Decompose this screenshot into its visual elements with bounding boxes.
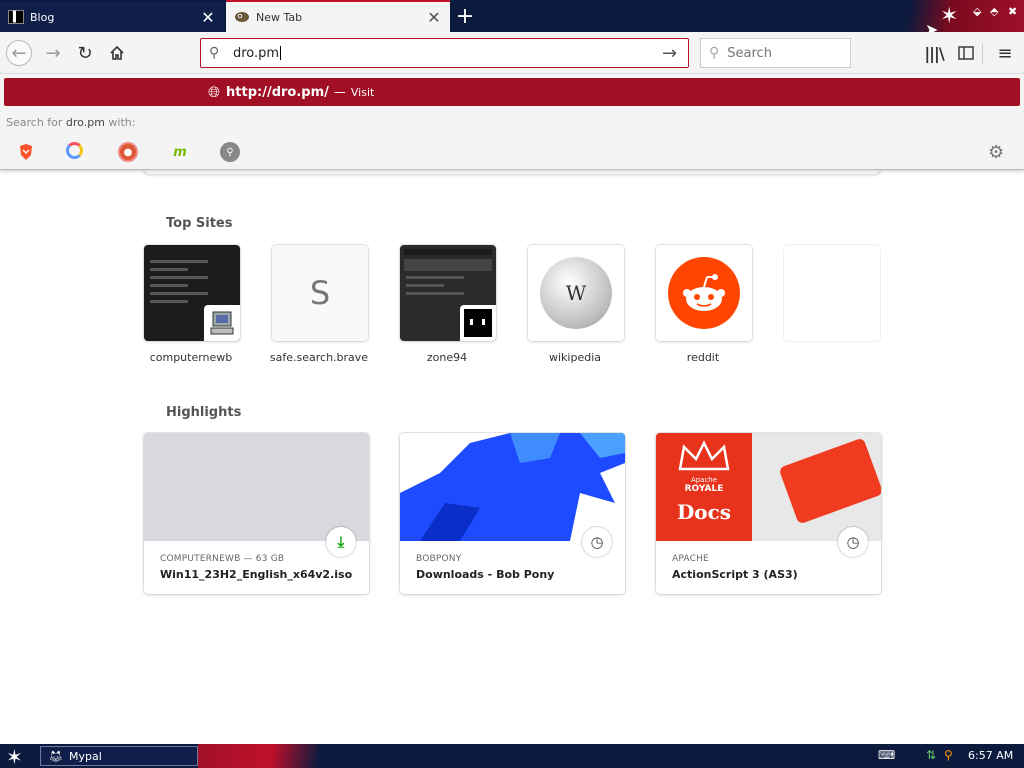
terminal-icon: ▌ [8, 10, 24, 24]
card-preview [144, 433, 369, 541]
top-site-label: safe.search.brave [269, 351, 369, 364]
tab-title: New Tab [256, 10, 303, 24]
visit-url: http://dro.pm/ [226, 84, 329, 100]
url-input[interactable]: dro.pm [233, 46, 662, 61]
star-logo-icon: ✶ [940, 4, 959, 29]
top-site-label: wikipedia [548, 351, 601, 364]
back-button[interactable]: ← [6, 40, 32, 66]
start-star-icon[interactable]: ✶ [6, 745, 23, 768]
tile-letter: S [309, 274, 331, 312]
home-button[interactable] [104, 40, 130, 66]
card-source: COMPUTERNEWB — 63 GB [160, 554, 285, 564]
highlight-card[interactable]: Apache ROYALE Docs APACHE ActionScript 3… [656, 433, 881, 594]
apache-royale-logo: Apache ROYALE Docs [656, 433, 752, 541]
url-autocomplete-popup: 🌐︎ http://dro.pm/ — Visit Search for dro… [0, 74, 1024, 170]
clock-icon: ◷ [582, 527, 612, 557]
top-site-tile[interactable] [144, 245, 240, 341]
tab-new-tab[interactable]: New Tab ✕ [226, 0, 450, 32]
highlight-card[interactable]: COMPUTERNEWB — 63 GB Win11_23H2_English_… [144, 433, 369, 594]
top-site-tile[interactable]: W [528, 245, 624, 341]
tab-title: Blog [30, 10, 55, 24]
search-input[interactable] [727, 45, 838, 61]
empty-top-site-tile[interactable] [784, 245, 880, 341]
firefox-icon [234, 10, 250, 24]
globe-icon: 🌐︎ [208, 83, 221, 101]
taskbar-accent [198, 744, 318, 768]
search-tray-icon[interactable]: ⚲ [944, 748, 953, 762]
library-button[interactable]: |||\ [922, 42, 946, 64]
qwant-icon[interactable] [66, 142, 83, 159]
reload-button[interactable]: ↻ [72, 40, 98, 66]
top-site-tile[interactable] [400, 245, 496, 341]
search-icon: ⚲ [709, 45, 720, 61]
visit-label: Visit [350, 85, 375, 99]
new-tab-button[interactable]: + [452, 4, 478, 29]
clock-icon: ◷ [838, 527, 868, 557]
go-arrow-icon[interactable]: → [662, 43, 688, 64]
sidebar-button[interactable] [954, 42, 978, 64]
gear-icon[interactable]: ⚙ [988, 142, 1004, 163]
taskbar-item-mypal[interactable]: 🦊︎ Mypal [40, 746, 198, 766]
clock: 6:57 AM [968, 749, 1014, 762]
card-source: BOBPONY [416, 554, 462, 564]
duckduckgo-icon[interactable]: ● [118, 142, 138, 162]
top-site-label: reddit [686, 351, 720, 364]
download-icon: ⤓ [326, 527, 356, 557]
navigation-toolbar: ← → ↻ ⚲ dro.pm → ⚲ |||\ ≡ [0, 32, 1024, 74]
card-preview [400, 433, 625, 541]
toolbar-separator [982, 44, 983, 64]
highlights-title: Highlights [166, 405, 242, 420]
wikipedia-globe-icon: W [540, 257, 612, 329]
bobpony-art [400, 433, 625, 541]
forward-button[interactable]: → [40, 40, 66, 66]
top-site-tile[interactable] [656, 245, 752, 341]
top-site-label: computernewb [149, 351, 233, 364]
visit-suggestion[interactable]: 🌐︎ http://dro.pm/ — Visit [4, 78, 1020, 106]
brave-icon[interactable] [16, 142, 36, 162]
keyboard-icon[interactable]: ⌨ [878, 748, 895, 762]
close-icon[interactable]: ✕ [200, 8, 216, 27]
network-icon[interactable]: ⇅ [926, 748, 936, 762]
sidebar-icon [958, 46, 974, 60]
taskbar: ✶ 🦊︎ Mypal ⌨ ⇅ ⚲ 6:57 AM [0, 744, 1024, 768]
reddit-icon [668, 257, 740, 329]
minimize-icon[interactable]: ⬙ [973, 5, 981, 18]
top-sites-title: Top Sites [166, 216, 233, 231]
tab-strip: ▌ Blog ✕ New Tab ✕ + ✶ ⬙ ⬘ ✖ ➤ [0, 0, 1024, 39]
highlight-card[interactable]: BOBPONY Downloads - Bob Pony ◷ [400, 433, 625, 594]
home-icon [110, 45, 124, 60]
zone94-icon [460, 305, 496, 341]
maximize-icon[interactable]: ⬘ [990, 5, 998, 18]
card-title: Win11_23H2_English_x64v2.iso [160, 568, 353, 581]
top-site-tile[interactable]: S [272, 245, 368, 341]
card-source: APACHE [672, 554, 709, 564]
device-image [778, 437, 881, 525]
url-bar[interactable]: ⚲ dro.pm → [200, 38, 689, 68]
search-engine-icon[interactable]: ⚲ [220, 142, 240, 162]
card-title: ActionScript 3 (AS3) [672, 568, 798, 581]
search-bar[interactable]: ⚲ [700, 38, 851, 68]
computer-icon [204, 305, 240, 341]
mojeek-icon[interactable]: m [170, 142, 190, 162]
close-icon[interactable]: ✕ [426, 8, 442, 27]
search-with-label: Search for dro.pm with: [6, 116, 136, 129]
menu-button[interactable]: ≡ [993, 42, 1017, 64]
card-title: Downloads - Bob Pony [416, 568, 555, 581]
mypal-icon: 🦊︎ [49, 749, 63, 763]
top-site-label: zone94 [426, 351, 468, 364]
card-preview: Apache ROYALE Docs [656, 433, 881, 541]
search-icon: ⚲ [209, 45, 220, 61]
close-window-icon[interactable]: ✖ [1008, 5, 1017, 18]
tab-blog[interactable]: ▌ Blog ✕ [0, 2, 224, 32]
